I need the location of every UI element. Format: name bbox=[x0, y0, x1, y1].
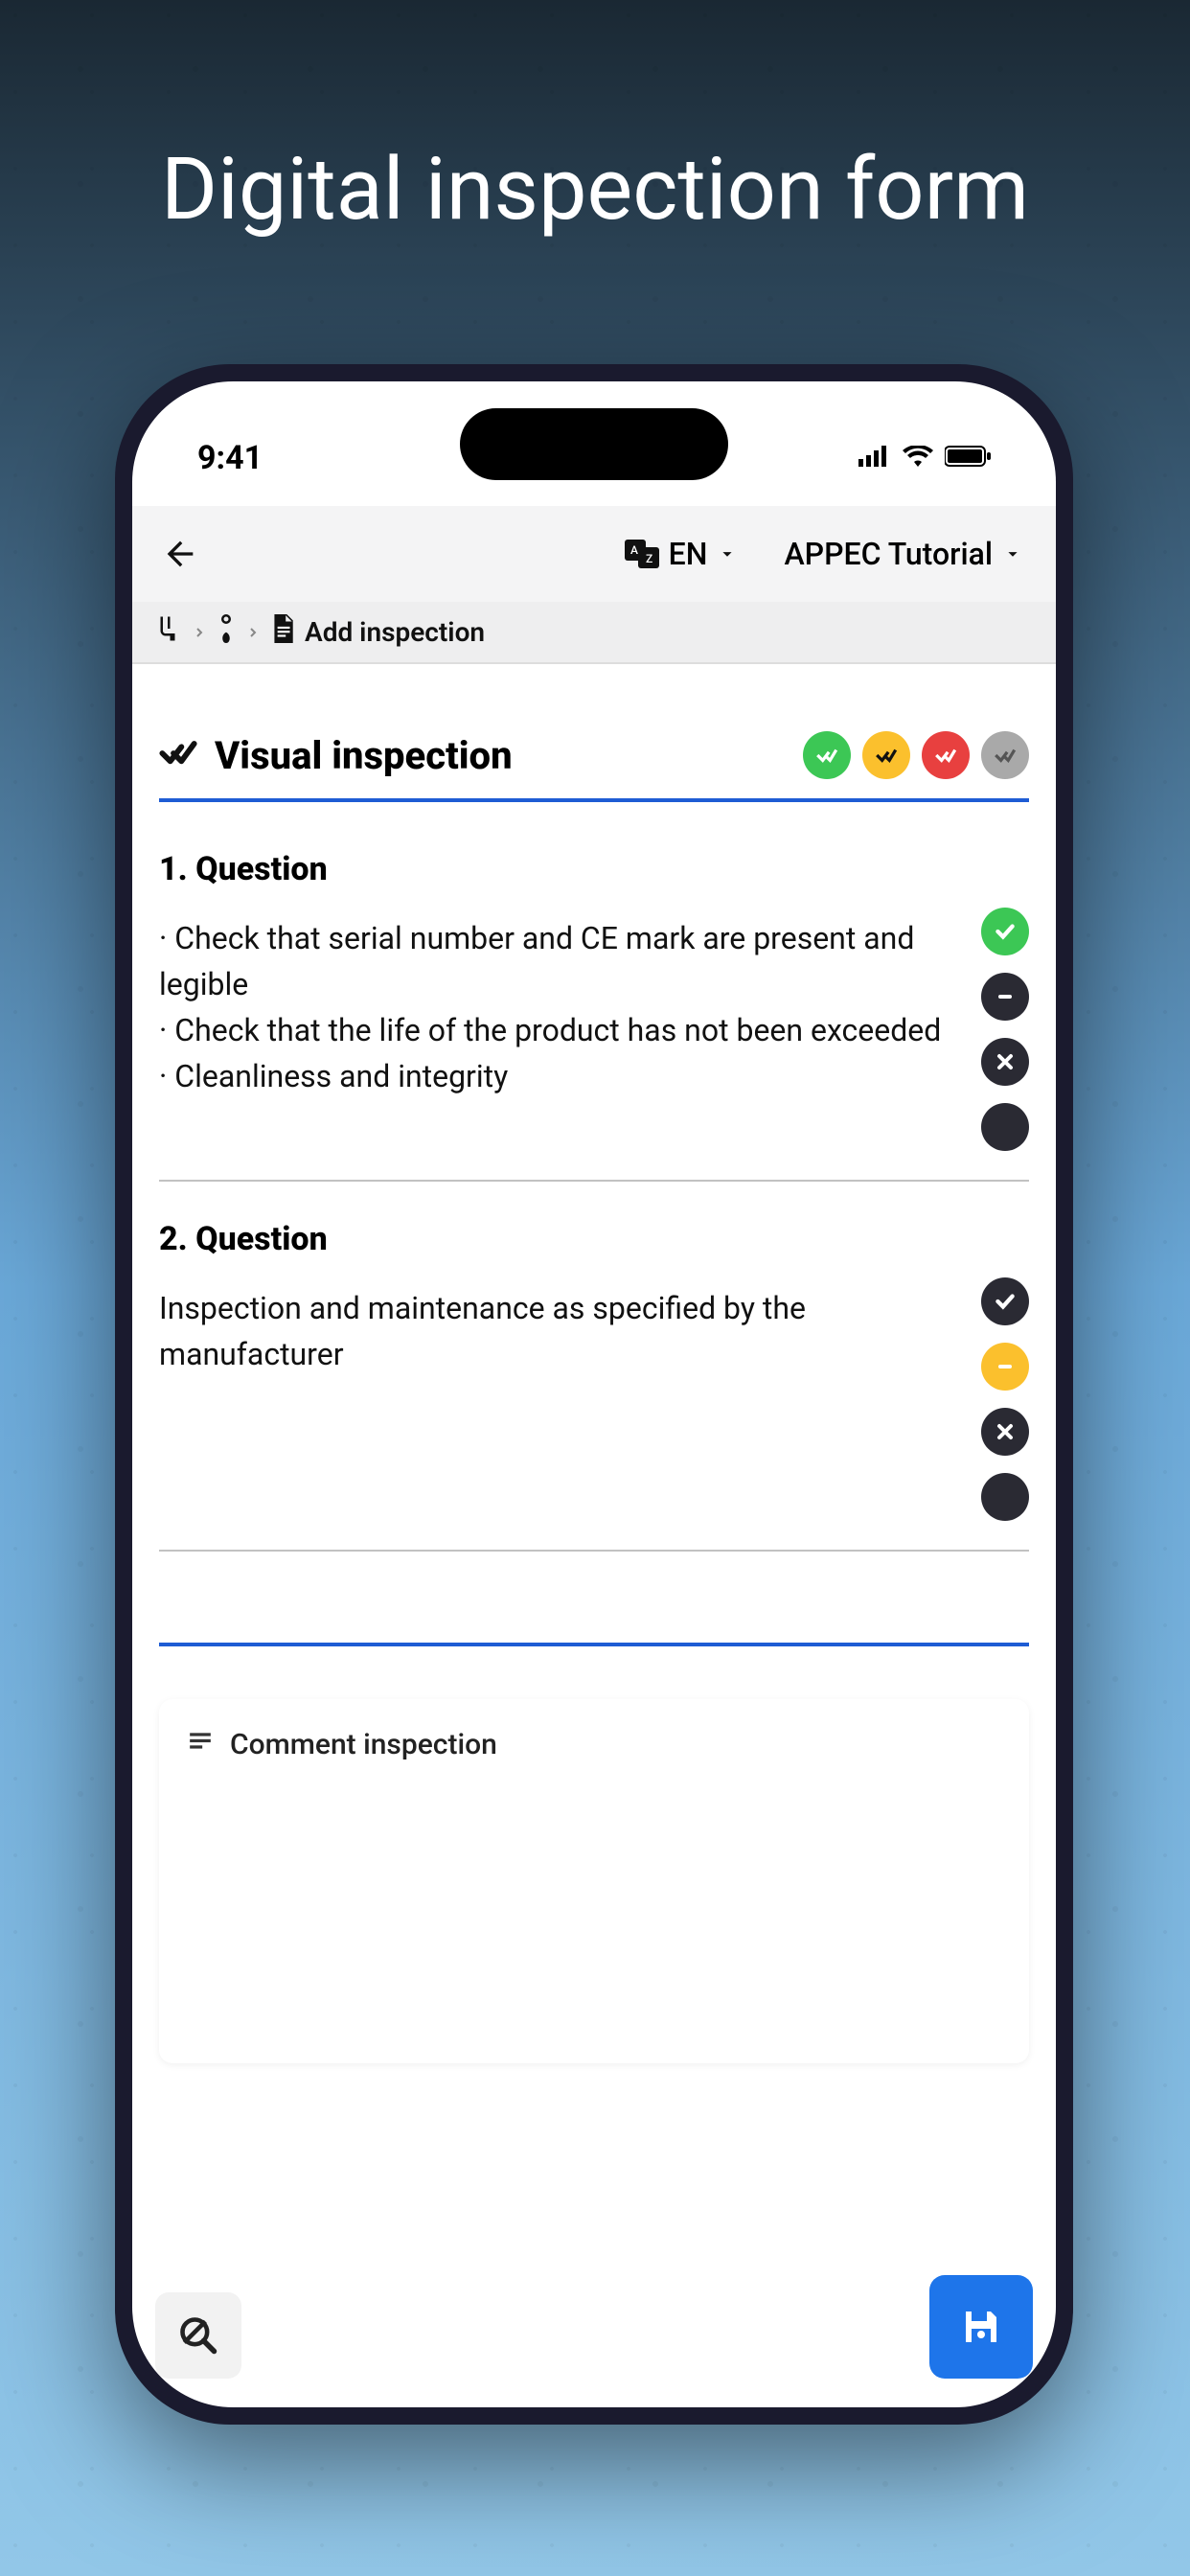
main-content: Visual inspection 1. Question · Check th… bbox=[132, 664, 1056, 2407]
save-button[interactable] bbox=[929, 2275, 1033, 2379]
answer-ok-button[interactable] bbox=[981, 1277, 1029, 1325]
breadcrumb-page: Add inspection bbox=[305, 616, 485, 648]
phone-frame: 9:41 AZ EN bbox=[115, 364, 1073, 2425]
status-badge-yellow[interactable] bbox=[862, 731, 910, 779]
question-body: · Check that serial number and CE mark a… bbox=[159, 915, 952, 1099]
battery-icon bbox=[945, 446, 991, 471]
status-badge-red[interactable] bbox=[922, 731, 970, 779]
answer-fail-button[interactable] bbox=[981, 1038, 1029, 1086]
svg-text:A: A bbox=[630, 543, 638, 557]
statusbar-time: 9:41 bbox=[197, 439, 263, 477]
double-check-icon bbox=[159, 734, 197, 776]
question-title: 2. Question bbox=[159, 1220, 952, 1258]
chevron-down-icon bbox=[717, 543, 738, 564]
breadcrumb-icon-2[interactable] bbox=[217, 614, 236, 650]
back-button[interactable] bbox=[151, 525, 209, 583]
breadcrumb: Add inspection bbox=[132, 602, 1056, 664]
status-badge-gray[interactable] bbox=[981, 731, 1029, 779]
promo-title: Digital inspection form bbox=[0, 139, 1190, 240]
question-actions bbox=[981, 850, 1029, 1151]
question-body: Inspection and maintenance as specified … bbox=[159, 1285, 952, 1377]
comment-label: Comment inspection bbox=[230, 1728, 497, 1761]
question-line: Inspection and maintenance as specified … bbox=[159, 1285, 952, 1377]
svg-text:Z: Z bbox=[646, 552, 652, 565]
answer-fail-button[interactable] bbox=[981, 1408, 1029, 1456]
notes-icon bbox=[188, 1728, 213, 1761]
section-status-badges bbox=[803, 731, 1029, 779]
language-selector[interactable]: AZ EN bbox=[611, 528, 752, 580]
question-title: 1. Question bbox=[159, 850, 952, 888]
document-icon bbox=[270, 614, 295, 650]
translate-icon: AZ bbox=[625, 540, 659, 568]
language-label: EN bbox=[669, 536, 708, 572]
section-header: Visual inspection bbox=[159, 731, 1029, 802]
answer-blank-button[interactable] bbox=[981, 1103, 1029, 1151]
question-line: · Cleanliness and integrity bbox=[159, 1053, 952, 1099]
profile-selector[interactable]: APPEC Tutorial bbox=[770, 528, 1037, 580]
answer-minus-button[interactable] bbox=[981, 1343, 1029, 1391]
statusbar-icons bbox=[858, 446, 991, 471]
answer-ok-button[interactable] bbox=[981, 908, 1029, 955]
chevron-right-icon bbox=[245, 625, 261, 640]
cellular-icon bbox=[858, 446, 891, 471]
dynamic-island bbox=[460, 408, 728, 480]
wifi-icon bbox=[903, 446, 933, 471]
comment-inspection-box[interactable]: Comment inspection bbox=[159, 1699, 1029, 2063]
nav-bar: AZ EN APPEC Tutorial bbox=[132, 506, 1056, 602]
question-line: · Check that serial number and CE mark a… bbox=[159, 915, 952, 1007]
status-badge-green[interactable] bbox=[803, 731, 851, 779]
chevron-right-icon bbox=[192, 625, 207, 640]
chevron-down-icon bbox=[1002, 543, 1023, 564]
answer-minus-button[interactable] bbox=[981, 973, 1029, 1021]
section-title: Visual inspection bbox=[215, 733, 786, 778]
bottom-bar bbox=[155, 2275, 1033, 2379]
answer-blank-button[interactable] bbox=[981, 1473, 1029, 1521]
breadcrumb-icon-1[interactable] bbox=[153, 614, 182, 650]
profile-label: APPEC Tutorial bbox=[784, 536, 993, 572]
tool-button[interactable] bbox=[155, 2292, 241, 2379]
section-divider bbox=[159, 1643, 1029, 1646]
question-block: 1. Question · Check that serial number a… bbox=[159, 850, 1029, 1182]
question-actions bbox=[981, 1220, 1029, 1521]
question-block: 2. Question Inspection and maintenance a… bbox=[159, 1220, 1029, 1552]
phone-screen: 9:41 AZ EN bbox=[132, 381, 1056, 2407]
question-line: · Check that the life of the product has… bbox=[159, 1007, 952, 1053]
